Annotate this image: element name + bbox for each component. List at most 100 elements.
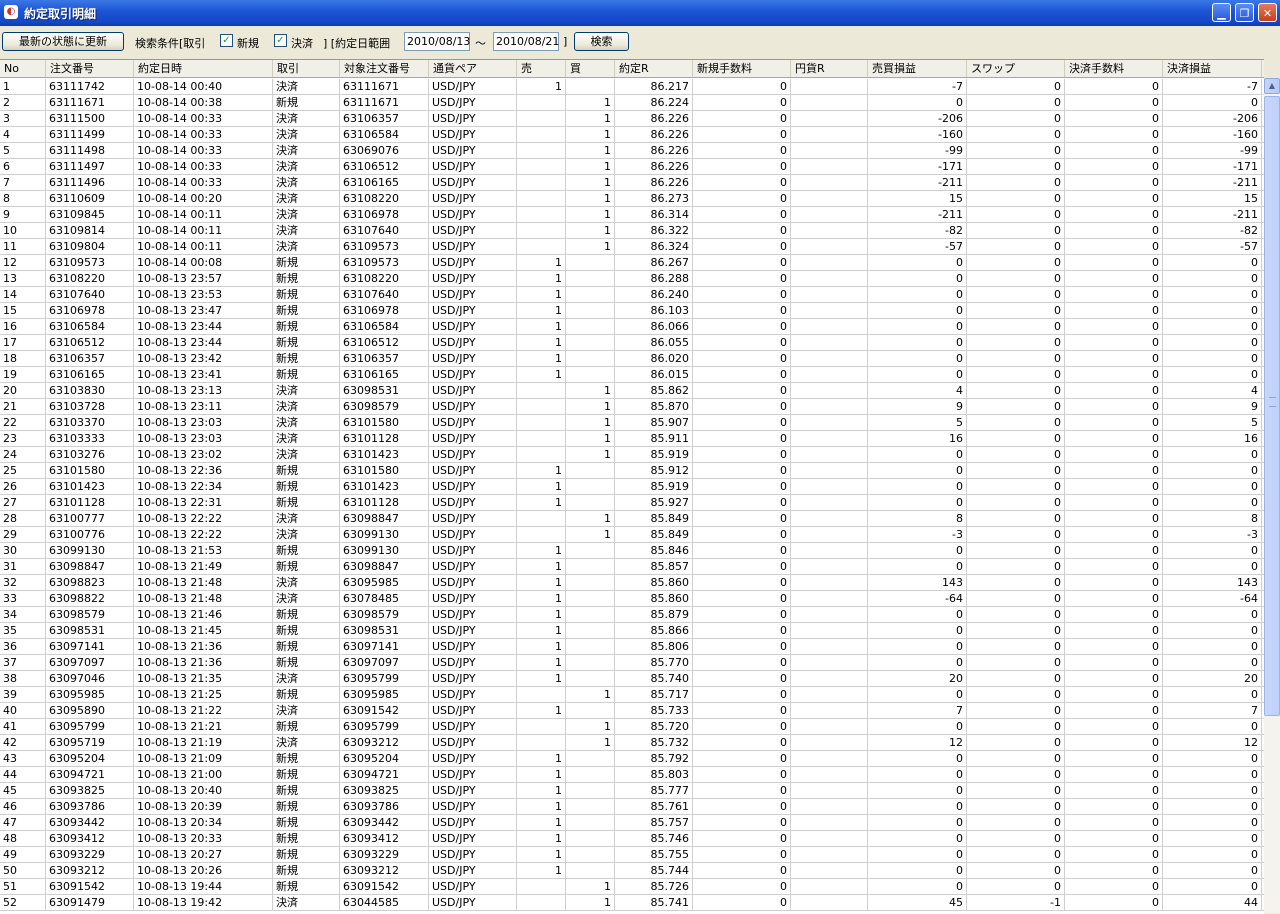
table-row[interactable]: 37 63097097 10-08-13 21:36 新規 63097097 USD/JP… xyxy=(0,655,1264,671)
column-header-new-fee[interactable]: 新規手数料 xyxy=(693,60,791,77)
table-row[interactable]: 40 63095890 10-08-13 21:22 決済 63091542 USD/JP… xyxy=(0,703,1264,719)
minimize-button[interactable]: ▁ xyxy=(1212,3,1231,22)
table-row[interactable]: 30 63099130 10-08-13 21:53 新規 63099130 USD/JP… xyxy=(0,543,1264,559)
table-row[interactable]: 24 63103276 10-08-13 23:02 決済 63101423 USD/JP… xyxy=(0,447,1264,463)
cell-target-order-number: 63106165 xyxy=(340,175,429,190)
table-row[interactable]: 42 63095719 10-08-13 21:19 決済 63093212 USD/JP… xyxy=(0,735,1264,751)
table-row[interactable]: 34 63098579 10-08-13 21:46 新規 63098579 USD/JP… xyxy=(0,607,1264,623)
app-icon[interactable]: ◐ xyxy=(4,5,18,19)
table-row[interactable]: 19 63106165 10-08-13 23:41 新規 63106165 USD/JP… xyxy=(0,367,1264,383)
table-row[interactable]: 31 63098847 10-08-13 21:49 新規 63098847 USD/JP… xyxy=(0,559,1264,575)
refresh-button[interactable]: 最新の状態に更新 xyxy=(2,32,124,51)
table-row[interactable]: 12 63109573 10-08-14 00:08 新規 63109573 USD/JP… xyxy=(0,255,1264,271)
column-header-rate[interactable]: 約定R xyxy=(615,60,693,77)
table-row[interactable]: 11 63109804 10-08-14 00:11 決済 63109573 USD/JP… xyxy=(0,239,1264,255)
column-header-trade-datetime[interactable]: 約定日時 xyxy=(134,60,273,77)
column-header-buy[interactable]: 買 xyxy=(566,60,615,77)
column-header-swap[interactable]: スワップ xyxy=(967,60,1065,77)
cell-buy xyxy=(566,79,615,94)
column-header-settle-fee[interactable]: 決済手数料 xyxy=(1065,60,1163,77)
table-row[interactable]: 17 63106512 10-08-13 23:44 新規 63106512 USD/JP… xyxy=(0,335,1264,351)
table-row[interactable]: 10 63109814 10-08-14 00:11 決済 63107640 USD/JP… xyxy=(0,223,1264,239)
table-row[interactable]: 1 63111742 10-08-14 00:40 決済 63111671 USD/JPY… xyxy=(0,79,1264,95)
table-row[interactable]: 26 63101423 10-08-13 22:34 新規 63101423 USD/JP… xyxy=(0,479,1264,495)
cell-settle-pnl: 0 xyxy=(1163,863,1262,878)
cell-settle-fee: 0 xyxy=(1065,575,1163,590)
cell-settle-fee: 0 xyxy=(1065,287,1163,302)
table-row[interactable]: 7 63111496 10-08-14 00:33 決済 63106165 USD/JPY… xyxy=(0,175,1264,191)
cell-no: 14 xyxy=(0,287,46,302)
table-row[interactable]: 35 63098531 10-08-13 21:45 新規 63098531 USD/JP… xyxy=(0,623,1264,639)
table-row[interactable]: 25 63101580 10-08-13 22:36 新規 63101580 USD/JP… xyxy=(0,463,1264,479)
cell-sell: 1 xyxy=(517,255,566,270)
table-row[interactable]: 46 63093786 10-08-13 20:39 新規 63093786 USD/JP… xyxy=(0,799,1264,815)
cell-currency-pair: USD/JPY xyxy=(429,591,517,606)
settle-checkbox[interactable]: ✓ xyxy=(274,34,287,47)
table-row[interactable]: 47 63093442 10-08-13 20:34 新規 63093442 USD/JP… xyxy=(0,815,1264,831)
search-button[interactable]: 検索 xyxy=(574,32,629,51)
table-row[interactable]: 2 63111671 10-08-14 00:38 新規 63111671 USD/JPY… xyxy=(0,95,1264,111)
scroll-up-button[interactable]: ▲ xyxy=(1264,78,1280,94)
cell-currency-pair: USD/JPY xyxy=(429,175,517,190)
table-row[interactable]: 13 63108220 10-08-13 23:57 新規 63108220 USD/JP… xyxy=(0,271,1264,287)
table-row[interactable]: 5 63111498 10-08-14 00:33 決済 63069076 USD/JPY… xyxy=(0,143,1264,159)
cell-no: 18 xyxy=(0,351,46,366)
table-row[interactable]: 9 63109845 10-08-14 00:11 決済 63106978 USD/JPY… xyxy=(0,207,1264,223)
table-row[interactable]: 23 63103333 10-08-13 23:03 決済 63101128 USD/JP… xyxy=(0,431,1264,447)
table-row[interactable]: 45 63093825 10-08-13 20:40 新規 63093825 USD/JP… xyxy=(0,783,1264,799)
table-row[interactable]: 4 63111499 10-08-14 00:33 決済 63106584 USD/JPY… xyxy=(0,127,1264,143)
table-row[interactable]: 49 63093229 10-08-13 20:27 新規 63093229 USD/JP… xyxy=(0,847,1264,863)
column-header-order-number[interactable]: 注文番号 xyxy=(46,60,134,77)
cell-settle-fee: 0 xyxy=(1065,511,1163,526)
cell-no: 34 xyxy=(0,607,46,622)
table-row[interactable]: 39 63095985 10-08-13 21:25 新規 63095985 USD/JP… xyxy=(0,687,1264,703)
table-row[interactable]: 44 63094721 10-08-13 21:00 新規 63094721 USD/JP… xyxy=(0,767,1264,783)
table-row[interactable]: 36 63097141 10-08-13 21:36 新規 63097141 USD/JP… xyxy=(0,639,1264,655)
date-to-input[interactable]: 2010/08/21 xyxy=(493,32,559,51)
table-row[interactable]: 22 63103370 10-08-13 23:03 決済 63101580 USD/JP… xyxy=(0,415,1264,431)
close-button[interactable]: ✕ xyxy=(1258,3,1277,22)
table-row[interactable]: 50 63093212 10-08-13 20:26 新規 63093212 USD/JP… xyxy=(0,863,1264,879)
cell-sell xyxy=(517,143,566,158)
cell-currency-pair: USD/JPY xyxy=(429,159,517,174)
table-row[interactable]: 3 63111500 10-08-14 00:33 決済 63106357 USD/JPY… xyxy=(0,111,1264,127)
cell-no: 10 xyxy=(0,223,46,238)
cell-trade-pnl: -211 xyxy=(868,175,967,190)
table-row[interactable]: 51 63091542 10-08-13 19:44 新規 63091542 USD/JP… xyxy=(0,879,1264,895)
column-header-yen-rate[interactable]: 円貨R xyxy=(791,60,868,77)
column-header-trade-type[interactable]: 取引 xyxy=(273,60,340,77)
cell-order-number: 63111497 xyxy=(46,159,134,174)
date-from-input[interactable]: 2010/08/13 xyxy=(404,32,470,51)
table-row[interactable]: 29 63100776 10-08-13 22:22 決済 63099130 USD/JP… xyxy=(0,527,1264,543)
table-row[interactable]: 28 63100777 10-08-13 22:22 決済 63098847 USD/JP… xyxy=(0,511,1264,527)
cell-currency-pair: USD/JPY xyxy=(429,79,517,94)
table-row[interactable]: 43 63095204 10-08-13 21:09 新規 63095204 USD/JP… xyxy=(0,751,1264,767)
maximize-button[interactable]: ❐ xyxy=(1235,3,1254,22)
cell-buy xyxy=(566,607,615,622)
table-row[interactable]: 20 63103830 10-08-13 23:13 決済 63098531 USD/JP… xyxy=(0,383,1264,399)
table-row[interactable]: 16 63106584 10-08-13 23:44 新規 63106584 USD/JP… xyxy=(0,319,1264,335)
table-row[interactable]: 32 63098823 10-08-13 21:48 決済 63095985 USD/JP… xyxy=(0,575,1264,591)
column-header-no[interactable]: No xyxy=(0,60,46,77)
table-row[interactable]: 15 63106978 10-08-13 23:47 新規 63106978 USD/JP… xyxy=(0,303,1264,319)
scroll-thumb[interactable] xyxy=(1264,96,1280,716)
table-row[interactable]: 52 63091479 10-08-13 19:42 決済 63044585 USD/JP… xyxy=(0,895,1264,911)
table-row[interactable]: 38 63097046 10-08-13 21:35 決済 63095799 USD/JP… xyxy=(0,671,1264,687)
table-row[interactable]: 8 63110609 10-08-14 00:20 決済 63108220 USD/JPY… xyxy=(0,191,1264,207)
table-row[interactable]: 27 63101128 10-08-13 22:31 新規 63101128 USD/JP… xyxy=(0,495,1264,511)
cell-trade-type: 決済 xyxy=(273,127,340,142)
column-header-sell[interactable]: 売 xyxy=(517,60,566,77)
new-checkbox[interactable]: ✓ xyxy=(220,34,233,47)
column-header-settle-pnl[interactable]: 決済損益 xyxy=(1163,60,1262,77)
table-row[interactable]: 21 63103728 10-08-13 23:11 決済 63098579 USD/JP… xyxy=(0,399,1264,415)
vertical-scrollbar[interactable]: ▲ xyxy=(1264,78,1280,913)
column-header-target-order-number[interactable]: 対象注文番号 xyxy=(340,60,429,77)
table-row[interactable]: 14 63107640 10-08-13 23:53 新規 63107640 USD/JP… xyxy=(0,287,1264,303)
table-row[interactable]: 41 63095799 10-08-13 21:21 新規 63095799 USD/JP… xyxy=(0,719,1264,735)
column-header-currency-pair[interactable]: 通貨ペア xyxy=(429,60,517,77)
table-row[interactable]: 33 63098822 10-08-13 21:48 決済 63078485 USD/JP… xyxy=(0,591,1264,607)
column-header-trade-pnl[interactable]: 売買損益 xyxy=(868,60,967,77)
table-row[interactable]: 48 63093412 10-08-13 20:33 新規 63093412 USD/JP… xyxy=(0,831,1264,847)
table-row[interactable]: 6 63111497 10-08-14 00:33 決済 63106512 USD/JPY… xyxy=(0,159,1264,175)
table-row[interactable]: 18 63106357 10-08-13 23:42 新規 63106357 USD/JP… xyxy=(0,351,1264,367)
